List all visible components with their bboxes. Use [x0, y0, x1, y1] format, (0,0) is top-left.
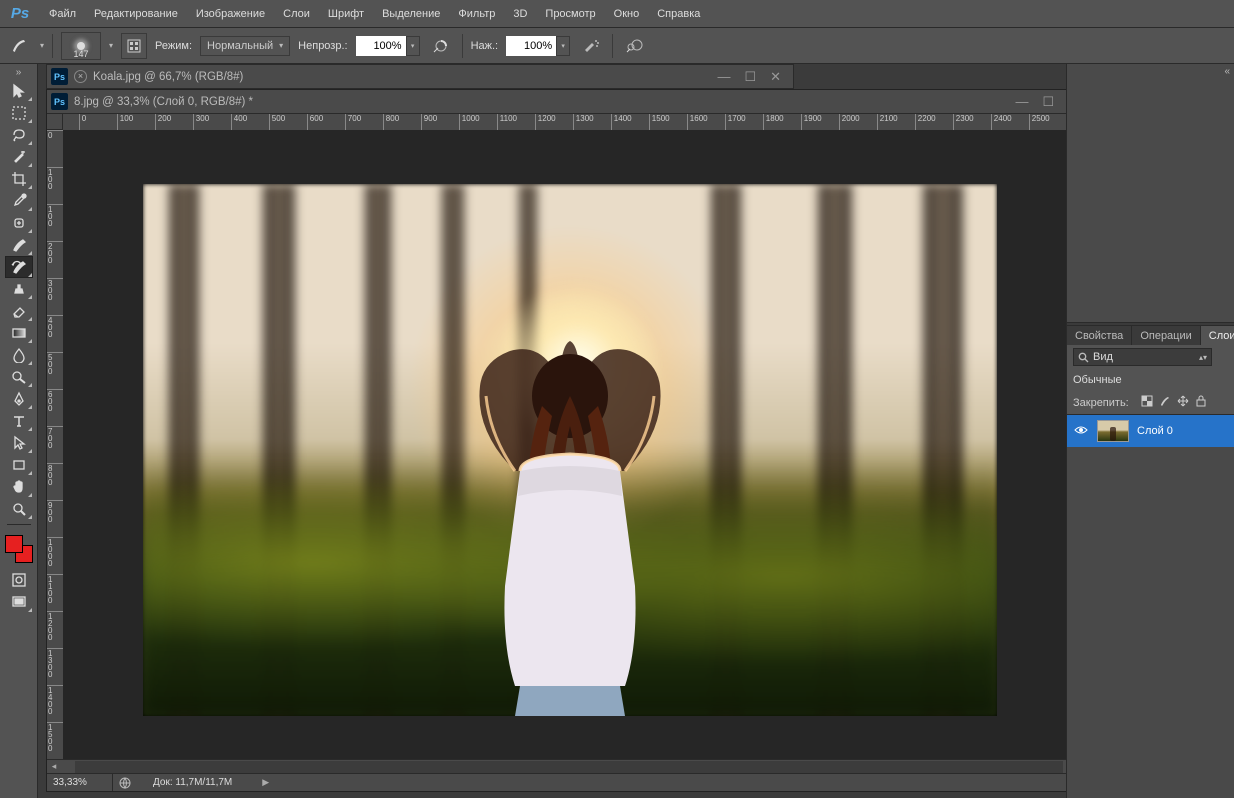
separator — [462, 34, 463, 58]
canvas[interactable] — [63, 130, 1066, 759]
options-bar: ▾ 147 ▾ Режим: Нормальный▾ Непрозр.: 100… — [0, 28, 1234, 64]
tab-layers[interactable]: Слои — [1201, 325, 1234, 345]
layer-visibility-icon[interactable] — [1073, 425, 1089, 438]
close-doc-icon[interactable]: × — [74, 70, 87, 83]
tool-preset-icon[interactable] — [6, 33, 32, 59]
opacity-input[interactable]: 100% ▾ — [356, 36, 420, 56]
ps-badge-icon: Ps — [51, 68, 68, 85]
horizontal-scrollbar[interactable]: ◂▸ — [47, 759, 1066, 773]
zoom-level[interactable]: 33,33% — [47, 774, 113, 791]
document-area: Ps × Koala.jpg @ 66,7% (RGB/8#) — ☐ ✕ Ps… — [38, 64, 1066, 798]
inactive-document-title: Koala.jpg @ 66,7% (RGB/8#) — [93, 71, 243, 83]
menu-file[interactable]: Файл — [40, 0, 85, 27]
blend-mode-dropdown[interactable]: Нормальный▾ — [200, 36, 290, 56]
active-document-titlebar[interactable]: Ps 8.jpg @ 33,3% (Слой 0, RGB/8#) * — ☐ … — [47, 90, 1066, 114]
tools-panel — [0, 64, 38, 798]
blend-mode-value: Нормальный — [207, 40, 273, 52]
separator — [52, 34, 53, 58]
window-close-icon[interactable]: ✕ — [770, 69, 781, 85]
foreground-color-swatch[interactable] — [5, 535, 23, 553]
lock-position-icon[interactable] — [1177, 395, 1189, 410]
separator — [612, 34, 613, 58]
tools-collapse-handle[interactable] — [2, 68, 36, 76]
tab-actions[interactable]: Операции — [1132, 325, 1200, 345]
menu-select[interactable]: Выделение — [373, 0, 449, 27]
tool-quickmask[interactable] — [5, 569, 33, 591]
tab-properties[interactable]: Свойства — [1067, 325, 1132, 345]
layer-blend-mode[interactable]: Обычные — [1073, 374, 1122, 386]
ruler-vertical[interactable]: 01 0 01 0 02 0 03 0 04 0 05 0 06 0 07 0 … — [47, 130, 63, 759]
flow-value[interactable]: 100% — [506, 36, 556, 56]
menu-type[interactable]: Шрифт — [319, 0, 373, 27]
menu-edit[interactable]: Редактирование — [85, 0, 187, 27]
flow-input[interactable]: 100% ▾ — [506, 36, 570, 56]
active-document-title: 8.jpg @ 33,3% (Слой 0, RGB/8#) * — [74, 96, 253, 108]
ruler-origin[interactable] — [47, 114, 63, 130]
menu-window[interactable]: Окно — [605, 0, 649, 27]
opacity-label: Непрозр.: — [298, 40, 347, 52]
lock-all-icon[interactable] — [1195, 395, 1207, 410]
inactive-document-titlebar[interactable]: Ps × Koala.jpg @ 66,7% (RGB/8#) — ☐ ✕ — [46, 64, 794, 89]
menu-layers[interactable]: Слои — [274, 0, 319, 27]
airbrush-icon[interactable] — [578, 33, 604, 59]
status-more-icon[interactable]: ▶ — [262, 777, 269, 788]
lock-pixels-icon[interactable] — [1141, 395, 1153, 410]
brush-preset-picker[interactable]: 147 — [61, 32, 101, 60]
layer-row[interactable]: Слой 0 — [1067, 415, 1234, 447]
window-minimize-icon[interactable]: — — [1015, 94, 1028, 110]
document-status-bar: 33,33% Док: 11,7M/11,7M ▶ — [47, 773, 1066, 791]
ps-badge-icon: Ps — [51, 93, 68, 110]
panels-collapse-icon[interactable]: « — [1224, 66, 1230, 77]
layer-name[interactable]: Слой 0 — [1137, 425, 1173, 437]
menu-image[interactable]: Изображение — [187, 0, 274, 27]
layer-filter-label: Вид — [1093, 351, 1113, 363]
window-maximize-icon[interactable]: ☐ — [1042, 94, 1054, 110]
active-document-window: Ps 8.jpg @ 33,3% (Слой 0, RGB/8#) * — ☐ … — [46, 89, 1066, 792]
pressure-opacity-icon[interactable] — [428, 33, 454, 59]
layers-panel: Свойства Операции Слои Вид ▴▾ Обычные — [1067, 322, 1234, 447]
window-minimize-icon[interactable]: — — [717, 69, 730, 85]
menu-help[interactable]: Справка — [648, 0, 709, 27]
app-logo: Ps — [0, 5, 40, 22]
document-size[interactable]: Док: 11,7M/11,7M — [137, 777, 232, 788]
image-content — [143, 184, 997, 716]
panels-empty-area: « — [1067, 64, 1234, 322]
window-maximize-icon[interactable]: ☐ — [744, 69, 756, 85]
color-swatches[interactable] — [5, 535, 33, 563]
flow-label: Наж.: — [471, 40, 499, 52]
brush-panel-toggle[interactable] — [121, 33, 147, 59]
menu-filter[interactable]: Фильтр — [449, 0, 504, 27]
mode-label: Режим: — [155, 40, 192, 52]
pressure-size-icon[interactable] — [621, 33, 647, 59]
layer-filter-dropdown[interactable]: Вид ▴▾ — [1073, 348, 1212, 366]
lock-label: Закрепить: — [1073, 397, 1129, 409]
brush-size-value: 147 — [74, 49, 89, 59]
menu-3d[interactable]: 3D — [504, 0, 536, 27]
lock-brush-icon[interactable] — [1159, 395, 1171, 410]
right-panels: « Свойства Операции Слои Вид ▴▾ Обычны — [1066, 64, 1234, 798]
status-globe-icon[interactable] — [113, 777, 137, 789]
opacity-value[interactable]: 100% — [356, 36, 406, 56]
layer-thumbnail[interactable] — [1097, 420, 1129, 442]
menu-bar: Ps Файл Редактирование Изображение Слои … — [0, 0, 1234, 28]
ruler-horizontal[interactable]: 0100200300400500600700800900100011001200… — [79, 114, 1066, 130]
menu-view[interactable]: Просмотр — [536, 0, 604, 27]
